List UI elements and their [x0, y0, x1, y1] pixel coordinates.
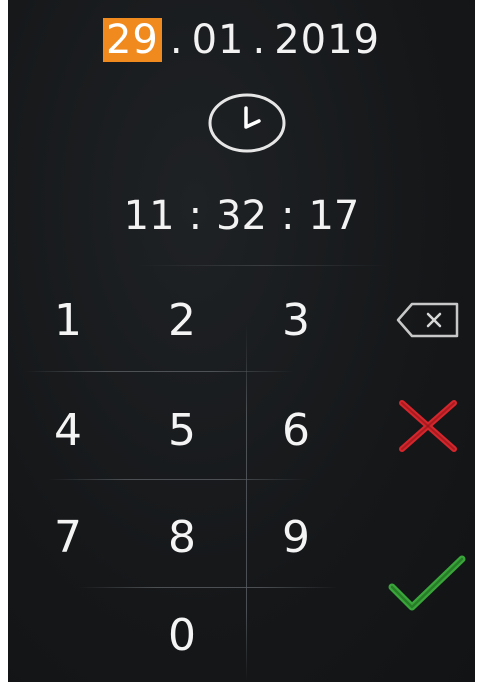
key-9[interactable]: 9 [240, 487, 352, 587]
date-day-field[interactable]: 29 [102, 18, 162, 62]
date-month-field[interactable]: 01 [192, 17, 245, 63]
key-6[interactable]: 6 [240, 380, 352, 480]
time-display: 11 : 32 : 17 [8, 188, 475, 244]
keypad-divider [24, 371, 294, 372]
date-year-field[interactable]: 2019 [274, 17, 380, 63]
cancel-x-icon [399, 400, 457, 452]
date-separator: . [169, 17, 184, 63]
key-8[interactable]: 8 [126, 487, 238, 587]
numeric-keypad: 1 2 3 4 5 6 7 8 9 0 [8, 265, 388, 682]
clock-icon [207, 92, 287, 154]
date-separator: . [252, 17, 267, 63]
date-time-setting-screen: 29 . 01 . 2019 11 : 32 : 17 1 2 3 4 5 6 … [8, 0, 475, 682]
key-5[interactable]: 5 [126, 380, 238, 480]
time-separator: : [280, 193, 295, 239]
backspace-button[interactable] [388, 285, 468, 355]
time-seconds-field[interactable]: 17 [308, 193, 359, 239]
key-3[interactable]: 3 [240, 270, 352, 370]
key-1[interactable]: 1 [12, 270, 124, 370]
date-display: 29 . 01 . 2019 [8, 14, 475, 66]
key-0[interactable]: 0 [126, 585, 238, 682]
key-4[interactable]: 4 [12, 380, 124, 480]
backspace-icon [396, 302, 459, 338]
keypad-divider [246, 325, 247, 682]
keypad-divider [48, 479, 308, 480]
time-minutes-field[interactable]: 32 [216, 193, 267, 239]
cancel-button[interactable] [388, 390, 468, 460]
key-2[interactable]: 2 [126, 270, 238, 370]
key-7[interactable]: 7 [12, 487, 124, 587]
confirm-button[interactable] [386, 548, 466, 618]
time-separator: : [188, 193, 203, 239]
keypad-divider [78, 587, 338, 588]
time-hours-field[interactable]: 11 [124, 193, 175, 239]
checkmark-icon [388, 555, 466, 611]
